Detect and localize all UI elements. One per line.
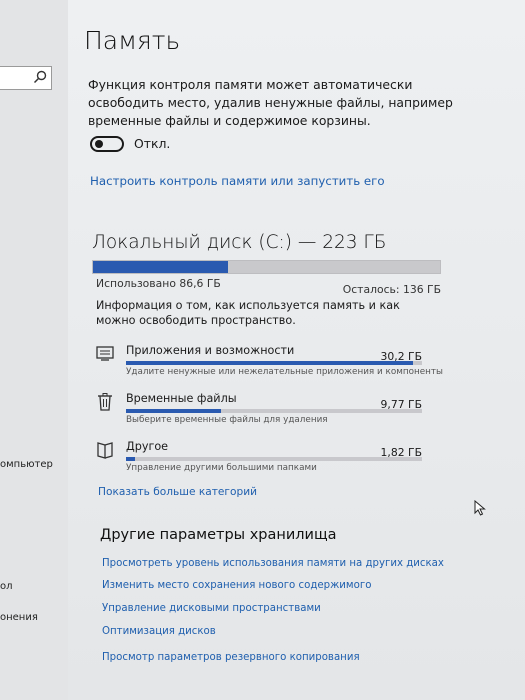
category-name: Приложения и возможности <box>126 344 295 357</box>
disk-free-label: Осталось: 136 ГБ <box>342 283 441 296</box>
mouse-cursor-icon <box>474 500 486 516</box>
main-content: Память Функция контроля памяти может авт… <box>68 0 525 700</box>
category-subtitle: Выберите временные файлы для удаления <box>126 415 328 425</box>
category-subtitle: Управление другими большими папками <box>126 463 317 473</box>
disk-usage-bar-fill <box>93 261 228 273</box>
show-more-categories-link[interactable]: Показать больше категорий <box>98 486 257 498</box>
category-apps[interactable]: Приложения и возможности 30,2 ГБ Удалите… <box>96 344 443 390</box>
category-usage-bar <box>126 409 422 413</box>
disk-used-label: Использовано 86,6 ГБ <box>96 277 221 290</box>
search-input[interactable] <box>0 66 52 90</box>
change-save-location-link[interactable]: Изменить место сохранения нового содержи… <box>102 580 371 591</box>
toggle-knob <box>95 140 103 148</box>
category-name: Другое <box>126 440 169 453</box>
category-usage-bar <box>126 457 422 461</box>
storage-sense-toggle[interactable] <box>90 136 124 152</box>
apps-icon <box>96 346 114 361</box>
folder-icon <box>97 442 113 459</box>
trash-icon <box>98 393 112 411</box>
storage-sense-description: Функция контроля памяти может автоматиче… <box>88 77 453 128</box>
category-temp-files[interactable]: Временные файлы 9,77 ГБ Выберите временн… <box>96 392 426 438</box>
other-storage-settings-title: Другие параметры хранилища <box>100 527 337 543</box>
category-subtitle: Удалите ненужные или нежелательные прило… <box>126 367 443 377</box>
sidebar-item-computer[interactable]: омпьютер <box>0 459 53 470</box>
page-title: Память <box>84 26 181 55</box>
manage-storage-spaces-link[interactable]: Управление дисковыми пространствами <box>102 603 321 614</box>
disk-info-text: Информация о том, как используется памят… <box>96 299 400 327</box>
category-usage-bar <box>126 361 422 365</box>
sidebar: омпьютер ол онения <box>0 0 69 700</box>
toggle-state-label: Откл. <box>134 136 171 151</box>
category-other[interactable]: Другое 1,82 ГБ Управление другими больши… <box>96 440 426 486</box>
optimize-drives-link[interactable]: Оптимизация дисков <box>102 626 216 637</box>
category-usage-bar-fill <box>126 361 414 365</box>
disk-title: Локальный диск (C:) — 223 ГБ <box>92 232 387 253</box>
search-icon[interactable] <box>33 70 47 84</box>
backup-options-link[interactable]: Просмотр параметров резервного копирован… <box>102 652 360 663</box>
configure-storage-sense-link[interactable]: Настроить контроль памяти или запустить … <box>90 174 385 188</box>
sidebar-item-partial-1[interactable]: ол <box>0 581 13 592</box>
category-name: Временные файлы <box>126 392 237 405</box>
category-usage-bar-fill <box>126 409 221 413</box>
view-other-drives-link[interactable]: Просмотреть уровень использования памяти… <box>102 558 444 569</box>
category-usage-bar-fill <box>126 457 135 461</box>
disk-usage-bar <box>92 260 441 274</box>
sidebar-item-partial-2[interactable]: онения <box>0 612 38 623</box>
